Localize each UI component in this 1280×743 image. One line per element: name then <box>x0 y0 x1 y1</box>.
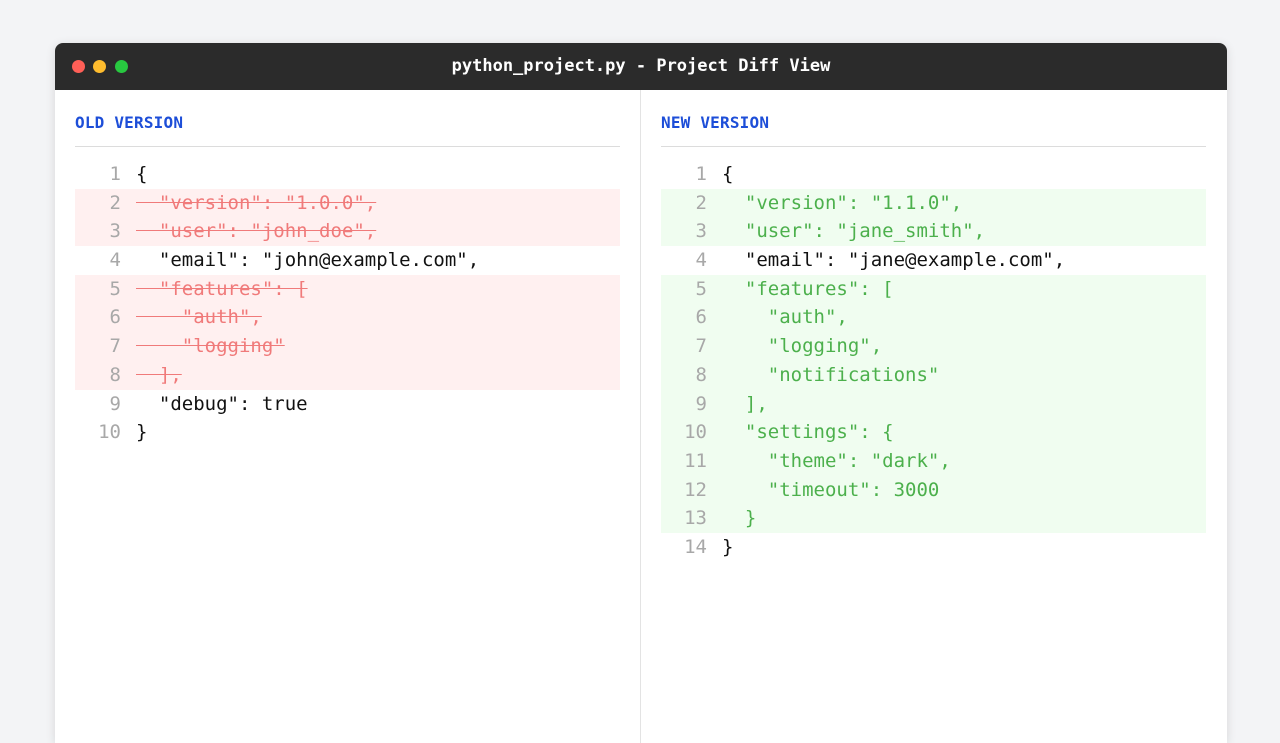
line-number: 5 <box>109 277 121 300</box>
line-number: 10 <box>98 421 121 444</box>
added-code-line: 7 "logging", <box>661 332 1206 361</box>
line-number: 9 <box>695 392 707 415</box>
added-code-line: 6 "auth", <box>661 303 1206 333</box>
line-text: "auth", <box>722 306 848 329</box>
line-number: 10 <box>684 421 707 444</box>
title-bar: python_project.py - Project Diff View <box>55 43 1227 90</box>
code-line: 14} <box>661 533 1206 562</box>
line-number: 12 <box>684 478 707 501</box>
added-code-line: 2 "version": "1.1.0", <box>661 188 1206 218</box>
code-line: 4 "email": "john@example.com", <box>75 246 620 275</box>
line-text: "version": "1.1.0", <box>722 191 963 214</box>
old-version-pane: OLD VERSION 1{2 "version": "1.0.0", 3 "us… <box>55 90 641 743</box>
line-number: 5 <box>695 277 707 300</box>
line-text: } <box>722 507 757 530</box>
line-text: "features": [ <box>722 277 894 300</box>
line-number: 8 <box>109 363 121 386</box>
line-number: 4 <box>109 249 121 272</box>
removed-code-line: 8 ], <box>75 360 620 390</box>
line-text: "notifications" <box>722 363 940 386</box>
line-text: "email": "jane@example.com", <box>722 249 1066 272</box>
line-text: "user": "jane_smith", <box>722 220 986 243</box>
line-number: 3 <box>695 220 707 243</box>
line-number: 1 <box>109 163 121 185</box>
line-number: 9 <box>109 392 121 415</box>
line-text: "logging", <box>722 335 883 358</box>
line-number: 1 <box>695 163 707 185</box>
added-code-line: 8 "notifications" <box>661 360 1206 390</box>
added-code-line: 9 ], <box>661 389 1206 419</box>
removed-code-line: 6 "auth", <box>75 303 620 333</box>
line-text: { <box>722 163 734 185</box>
code-line: 1{ <box>661 160 1206 189</box>
new-version-header: NEW VERSION <box>661 113 770 132</box>
line-text: ], <box>722 392 768 415</box>
added-code-line: 12 "timeout": 3000 <box>661 475 1206 505</box>
line-number: 11 <box>684 449 707 472</box>
line-text: } <box>136 421 148 444</box>
diff-window: python_project.py - Project Diff View OL… <box>55 43 1227 743</box>
line-text: "theme": "dark", <box>722 449 951 472</box>
line-number: 2 <box>109 191 121 214</box>
line-text: { <box>136 163 148 185</box>
line-number: 6 <box>695 306 707 329</box>
added-code-line: 5 "features": [ <box>661 274 1206 304</box>
old-version-divider <box>75 146 620 147</box>
added-code-line: 13 } <box>661 504 1206 533</box>
line-text: "email": "john@example.com", <box>136 249 480 272</box>
removed-code-line: 5 "features": [ <box>75 274 620 304</box>
line-text: "debug": true <box>136 392 308 415</box>
new-version-divider <box>661 146 1206 147</box>
line-text: "logging" <box>136 335 285 358</box>
line-text: "auth", <box>136 306 262 329</box>
code-line: 10} <box>75 418 620 447</box>
added-code-line: 3 "user": "jane_smith", <box>661 217 1206 247</box>
code-line: 4 "email": "jane@example.com", <box>661 246 1206 275</box>
old-version-code: 1{2 "version": "1.0.0", 3 "user": "john_d… <box>75 160 620 447</box>
line-number: 14 <box>684 535 707 558</box>
line-text: "timeout": 3000 <box>722 478 940 501</box>
line-number: 6 <box>109 306 121 329</box>
removed-code-line: 3 "user": "john_doe", <box>75 217 620 247</box>
line-text: "user": "john_doe", <box>136 220 377 243</box>
new-version-pane: NEW VERSION 1{2 "version": "1.1.0", 3 "us… <box>641 90 1227 743</box>
line-number: 8 <box>695 363 707 386</box>
line-text: "version": "1.0.0", <box>136 191 377 214</box>
line-text: ], <box>136 363 182 386</box>
line-text: "features": [ <box>136 277 308 300</box>
line-number: 7 <box>109 335 121 358</box>
line-number: 7 <box>695 335 707 358</box>
line-text: } <box>722 535 734 558</box>
line-number: 2 <box>695 191 707 214</box>
line-number: 13 <box>684 507 707 530</box>
line-number: 4 <box>695 249 707 272</box>
added-code-line: 10 "settings": { <box>661 418 1206 447</box>
code-line: 1{ <box>75 160 620 189</box>
window-title: python_project.py - Project Diff View <box>451 56 831 76</box>
new-version-code: 1{2 "version": "1.1.0", 3 "user": "jane_s… <box>661 160 1206 562</box>
added-code-line: 11 "theme": "dark", <box>661 446 1206 476</box>
code-line: 9 "debug": true <box>75 390 620 419</box>
removed-code-line: 2 "version": "1.0.0", <box>75 188 620 218</box>
old-version-header: OLD VERSION <box>75 113 184 132</box>
line-text: "settings": { <box>722 421 894 444</box>
removed-code-line: 7 "logging" <box>75 332 620 361</box>
line-number: 3 <box>109 220 121 243</box>
